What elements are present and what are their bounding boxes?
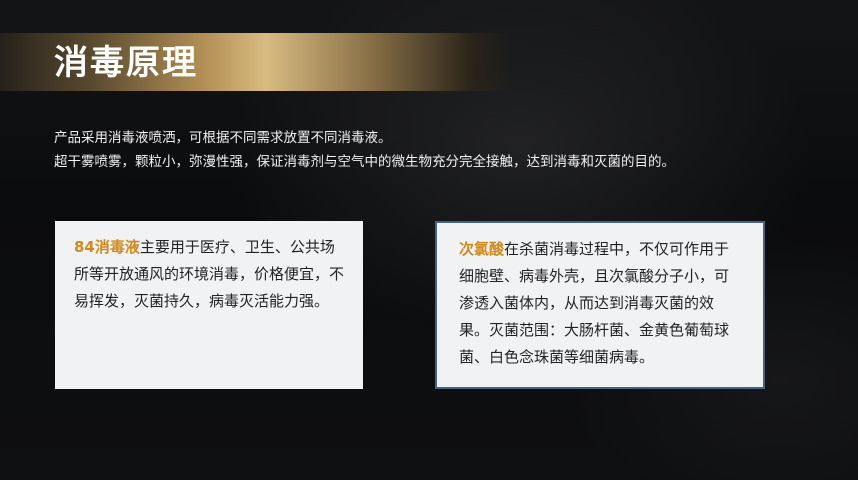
intro-line-2: 超干雾喷雾，颗粒小，弥漫性强，保证消毒剂与空气中的微生物充分完全接触，达到消毒和… bbox=[54, 154, 675, 170]
card-body: 在杀菌消毒过程中，不仅可作用于细胞壁、病毒外壳，且次氯酸分子小，可渗透入菌体内，… bbox=[459, 240, 730, 366]
card-84-disinfectant: 84消毒液主要用于医疗、卫生、公共场所等开放通风的环境消毒，价格便宜，不易挥发，… bbox=[55, 221, 363, 389]
card-hypochlorous-acid: 次氯酸在杀菌消毒过程中，不仅可作用于细胞壁、病毒外壳，且次氯酸分子小，可渗透入菌… bbox=[435, 221, 765, 389]
page-title: 消毒原理 bbox=[54, 43, 198, 83]
intro-text: 产品采用消毒液喷洒，可根据不同需求放置不同消毒液。 超干雾喷雾，颗粒小，弥漫性强… bbox=[54, 126, 834, 174]
card-highlight: 84消毒液 bbox=[74, 238, 140, 256]
intro-line-1: 产品采用消毒液喷洒，可根据不同需求放置不同消毒液。 bbox=[54, 130, 392, 146]
card-highlight: 次氯酸 bbox=[459, 240, 505, 258]
